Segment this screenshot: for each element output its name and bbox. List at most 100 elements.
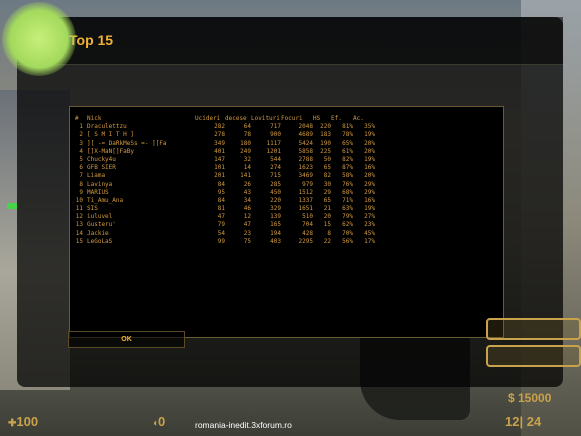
cell-accuracy: 19% [364, 205, 375, 213]
motd-window: 🏃 Top 15 # Nick Ucideri decese Lovituri … [17, 17, 563, 387]
cell-kills: 95 [217, 188, 225, 196]
cell-nick: Lavinya [87, 180, 113, 188]
cell-accuracy: 29% [364, 180, 375, 188]
cell-kills: 147 [214, 155, 225, 163]
cell-nick: Draculettzu [87, 123, 127, 131]
cell-efficiency: 71% [342, 196, 353, 204]
cell-shots: 2788 [298, 155, 313, 163]
cell-nick: LeGoLaS [87, 237, 113, 245]
cell-rank: 11 [75, 205, 83, 213]
cell-headshots: 190 [320, 139, 331, 147]
window-header: 🏃 Top 15 [17, 17, 563, 65]
cell-kills: 282 [214, 123, 225, 131]
cell-rank: 7 [79, 172, 83, 180]
cell-efficiency: 79% [342, 213, 353, 221]
cell-shots: 428 [302, 229, 313, 237]
stats-table: # Nick Ucideri decese Lovituri Focuri HS… [69, 106, 504, 338]
cell-hits: 403 [270, 237, 281, 245]
col-header-rank: # [75, 115, 79, 122]
hud-armor-value: 0 [158, 414, 166, 429]
cell-hits: 220 [270, 196, 281, 204]
cell-hits: 139 [270, 213, 281, 221]
cell-shots: 510 [302, 213, 313, 221]
cell-hits: 450 [270, 188, 281, 196]
cell-rank: 6 [79, 164, 83, 172]
cell-efficiency: 65% [342, 139, 353, 147]
cell-efficiency: 62% [342, 221, 353, 229]
table-row: 10 Ti_Amu_Ana 84 34 220 1337 65 71% 16% [75, 197, 503, 205]
cell-efficiency: 61% [342, 147, 353, 155]
cell-nick: GFB SIER [87, 164, 116, 172]
cell-deaths: 12 [243, 213, 251, 221]
cell-shots: 3469 [298, 172, 313, 180]
cell-shots: 2295 [298, 237, 313, 245]
cell-shots: 1512 [298, 188, 313, 196]
table-row: 5 Chucky4u 147 32 544 2788 50 82% 19% [75, 156, 503, 164]
cell-deaths: 180 [240, 139, 251, 147]
hud-health-value: 100 [16, 414, 39, 429]
cell-accuracy: 20% [364, 139, 375, 147]
cell-nick: [ S M I T H ] [87, 131, 134, 139]
cell-nick: Chucky4u [87, 155, 116, 163]
hud-money: $ 15000 [508, 391, 552, 405]
cell-rank: 4 [79, 147, 83, 155]
cell-deaths: 23 [243, 229, 251, 237]
cell-nick: SIS [87, 205, 98, 213]
table-row: 2 [ S M I T H ] 278 78 900 4689 183 78% 19% [75, 131, 503, 139]
cell-shots: 979 [302, 180, 313, 188]
cell-kills: 278 [214, 131, 225, 139]
table-row: 6 GFB SIER 101 14 274 1623 65 87% 16% [75, 164, 503, 172]
cell-hits: 329 [270, 205, 281, 213]
logo-glow [2, 2, 76, 76]
cell-accuracy: 45% [364, 229, 375, 237]
cell-nick: []X-MaN[]FaBy [87, 147, 134, 155]
table-row: 9 MARIUS 95 43 450 1512 29 68% 29% [75, 189, 503, 197]
cell-kills: 101 [214, 164, 225, 172]
cell-headshots: 225 [320, 147, 331, 155]
table-row: 8 Lavinya 84 26 285 979 30 76% 29% [75, 181, 503, 189]
cell-shots: 1623 [298, 164, 313, 172]
cell-rank: 9 [79, 188, 83, 196]
col-header-efficiency: Ef. [331, 115, 342, 122]
watermark: romania-inedit.3xforum.ro [195, 420, 292, 430]
cell-kills: 54 [217, 229, 225, 237]
cell-nick: Gusteru' [87, 221, 116, 229]
cell-headshots: 29 [323, 188, 331, 196]
cell-headshots: 50 [323, 155, 331, 163]
cell-headshots: 30 [323, 180, 331, 188]
cell-shots: 704 [302, 221, 313, 229]
cell-nick: iuluvel [87, 213, 113, 221]
cell-rank: 10 [75, 196, 83, 204]
cell-rank: 5 [79, 155, 83, 163]
col-header-hits: Lovituri [251, 115, 280, 122]
cell-headshots: 8 [327, 229, 331, 237]
cell-hits: 900 [270, 131, 281, 139]
cell-shots: 1337 [298, 196, 313, 204]
table-row: 4 []X-MaN[]FaBy 401 249 1201 5858 225 61% 20% [75, 148, 503, 156]
cell-rank: 15 [75, 237, 83, 245]
cell-headshots: 82 [323, 172, 331, 180]
cell-hits: 285 [270, 180, 281, 188]
cell-deaths: 34 [243, 196, 251, 204]
cell-nick: Ti_Amu_Ana [87, 196, 124, 204]
table-row: 13 Gusteru' 79 47 165 704 15 62% 23% [75, 221, 503, 229]
table-row: 7 Liama 201 141 715 3469 82 58% 20% [75, 172, 503, 180]
cell-efficiency: 56% [342, 237, 353, 245]
hud-weapon-slot-1 [486, 318, 581, 340]
cell-accuracy: 29% [364, 188, 375, 196]
cell-accuracy: 35% [364, 123, 375, 131]
col-header-nick: Nick [87, 115, 102, 122]
cell-deaths: 47 [243, 221, 251, 229]
cell-deaths: 75 [243, 237, 251, 245]
cell-accuracy: 16% [364, 164, 375, 172]
cell-rank: 12 [75, 213, 83, 221]
table-row: 15 LeGoLaS 99 75 403 2295 22 56% 17% [75, 238, 503, 246]
cell-hits: 717 [270, 123, 281, 131]
cell-headshots: 20 [323, 213, 331, 221]
cell-efficiency: 82% [342, 155, 353, 163]
table-row: 14 Jackie 54 23 194 428 8 70% 45% [75, 230, 503, 238]
cell-rank: 14 [75, 229, 83, 237]
hud-weapon-slot-2 [486, 345, 581, 367]
cell-headshots: 183 [320, 131, 331, 139]
ok-button[interactable]: OK [68, 331, 185, 348]
